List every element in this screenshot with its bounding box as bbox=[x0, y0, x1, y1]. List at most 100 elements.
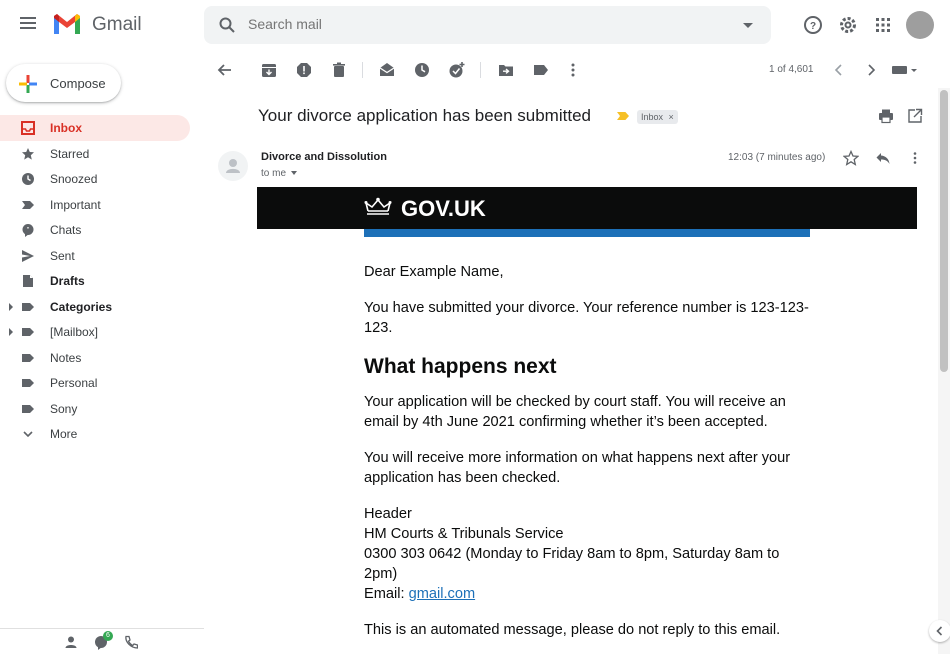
email-paragraph: Your application will be checked by cour… bbox=[364, 394, 786, 430]
signature-header: Header bbox=[364, 506, 412, 522]
signature-organisation: HM Courts & Tribunals Service bbox=[364, 526, 564, 542]
email-paragraph: You will receive more information on wha… bbox=[364, 450, 791, 486]
snooze-icon[interactable] bbox=[413, 61, 431, 79]
sidebar-item-mailbox[interactable]: [Mailbox] bbox=[0, 319, 190, 345]
draft-icon bbox=[23, 275, 33, 287]
recipient-text: to me bbox=[261, 168, 287, 179]
sidebar-item-starred[interactable]: Starred bbox=[0, 141, 190, 167]
label-icon bbox=[22, 353, 34, 362]
label-icon bbox=[22, 379, 34, 387]
help-icon[interactable]: ? bbox=[802, 14, 824, 36]
sidebar-nav: Inbox Starred Snoozed Important ” Chats … bbox=[0, 115, 204, 447]
sidebar-item-label: Drafts bbox=[50, 274, 85, 288]
search-bar[interactable] bbox=[204, 6, 771, 44]
apps-grid-icon[interactable] bbox=[872, 14, 894, 36]
search-options-icon[interactable] bbox=[743, 23, 753, 28]
sender-avatar[interactable] bbox=[218, 151, 248, 181]
expand-arrow-icon[interactable] bbox=[9, 302, 13, 311]
sidebar-item-label: Inbox bbox=[50, 121, 82, 135]
label-icon[interactable] bbox=[532, 61, 550, 79]
sidebar-item-more[interactable]: More bbox=[0, 421, 190, 447]
compose-label: Compose bbox=[50, 76, 106, 91]
remove-label-icon[interactable]: × bbox=[669, 112, 674, 122]
email-heading: What happens next bbox=[364, 355, 557, 378]
toolbar-divider bbox=[480, 62, 481, 78]
more-vertical-icon[interactable] bbox=[564, 61, 582, 79]
clock-icon bbox=[22, 173, 34, 185]
signature-email-link[interactable]: gmail.com bbox=[409, 586, 476, 602]
mark-unread-icon[interactable] bbox=[378, 61, 396, 79]
main-menu-button[interactable] bbox=[16, 14, 40, 38]
inbox-icon bbox=[21, 121, 35, 135]
sidebar-item-label: Chats bbox=[50, 223, 82, 237]
expand-arrow-icon[interactable] bbox=[9, 328, 13, 336]
sidebar-item-label: More bbox=[50, 427, 78, 441]
phone-icon[interactable] bbox=[124, 635, 138, 649]
govuk-blue-rule bbox=[364, 229, 810, 237]
gear-icon[interactable] bbox=[837, 14, 859, 36]
sidebar-item-chats[interactable]: ” Chats bbox=[0, 217, 190, 243]
sidebar-item-snoozed[interactable]: Snoozed bbox=[0, 166, 190, 192]
chevron-right-icon[interactable] bbox=[864, 63, 878, 77]
sidebar-item-label: Notes bbox=[50, 350, 82, 365]
chevron-down-icon bbox=[23, 431, 33, 438]
move-to-icon[interactable] bbox=[497, 61, 515, 79]
sidebar-item-label: Sent bbox=[50, 248, 75, 263]
sidebar-item-label: [Mailbox] bbox=[50, 325, 99, 339]
scrollbar-thumb[interactable] bbox=[940, 90, 948, 372]
more-vertical-icon[interactable] bbox=[907, 150, 923, 166]
govuk-brand[interactable]: GOV.UK bbox=[401, 196, 486, 222]
contacts-icon[interactable] bbox=[64, 635, 78, 649]
top-bar: Gmail ? bbox=[0, 0, 950, 52]
chat-icon: ” bbox=[22, 224, 34, 237]
chevron-left-icon[interactable] bbox=[832, 63, 846, 77]
chat-count-badge: 6 bbox=[103, 631, 113, 641]
side-panel-toggle[interactable] bbox=[929, 620, 950, 642]
toolbar-divider bbox=[362, 62, 363, 78]
sidebar-item-notes[interactable]: Notes bbox=[0, 345, 190, 371]
trash-icon[interactable] bbox=[330, 61, 348, 79]
add-task-icon[interactable] bbox=[448, 61, 466, 79]
sidebar-item-sony[interactable]: Sony bbox=[0, 396, 190, 422]
compose-button[interactable]: Compose bbox=[6, 64, 121, 102]
sidebar-item-personal[interactable]: Personal bbox=[0, 370, 190, 396]
inbox-label-chip[interactable]: Inbox × bbox=[637, 110, 678, 124]
app-name: Gmail bbox=[92, 14, 142, 35]
sidebar-item-label: Personal bbox=[50, 376, 98, 390]
message-timestamp: 12:03 (7 minutes ago) bbox=[728, 152, 826, 163]
email-greeting: Dear Example Name, bbox=[364, 264, 504, 280]
search-input[interactable] bbox=[248, 16, 728, 32]
star-outline-icon[interactable] bbox=[843, 150, 859, 166]
sidebar-item-label: Categories bbox=[50, 299, 113, 314]
archive-icon[interactable] bbox=[260, 61, 278, 79]
sidebar-item-categories[interactable]: Categories bbox=[0, 294, 190, 320]
sidebar-item-label: Sony bbox=[50, 401, 78, 416]
sidebar-item-label: Starred bbox=[50, 146, 90, 161]
sidebar-item-inbox[interactable]: Inbox bbox=[0, 115, 190, 141]
govuk-header: GOV.UK bbox=[257, 187, 917, 229]
label-icon bbox=[22, 302, 34, 311]
signature-phone: 0300 303 0642 (Monday to Friday 8am to 8… bbox=[364, 546, 780, 582]
recipient-details-icon[interactable] bbox=[291, 171, 298, 176]
email-footer-note: This is an automated message, please do … bbox=[364, 622, 781, 638]
account-avatar[interactable] bbox=[906, 11, 934, 39]
sidebar-item-drafts[interactable]: Drafts bbox=[0, 268, 190, 294]
sidebar-item-sent[interactable]: Sent bbox=[0, 243, 190, 269]
recipient-line[interactable]: to me bbox=[261, 168, 298, 179]
input-tools-icon[interactable] bbox=[891, 64, 921, 76]
sender-name[interactable]: Divorce and Dissolution bbox=[261, 151, 387, 163]
label-icon bbox=[22, 404, 34, 413]
search-icon[interactable] bbox=[218, 16, 236, 34]
print-icon[interactable] bbox=[878, 108, 894, 124]
back-arrow-icon[interactable] bbox=[216, 61, 234, 79]
chevron-left-icon bbox=[936, 626, 943, 636]
importance-marker-icon[interactable] bbox=[617, 112, 629, 120]
sidebar-item-important[interactable]: Important bbox=[0, 192, 190, 218]
gmail-logo-icon[interactable] bbox=[52, 12, 82, 36]
open-in-new-window-icon[interactable] bbox=[907, 108, 923, 124]
signature-email-label: Email: bbox=[364, 586, 409, 602]
reply-icon[interactable] bbox=[875, 150, 891, 166]
person-icon bbox=[226, 159, 240, 173]
report-spam-icon[interactable] bbox=[295, 61, 313, 79]
sidebar-item-label: Snoozed bbox=[50, 172, 98, 186]
